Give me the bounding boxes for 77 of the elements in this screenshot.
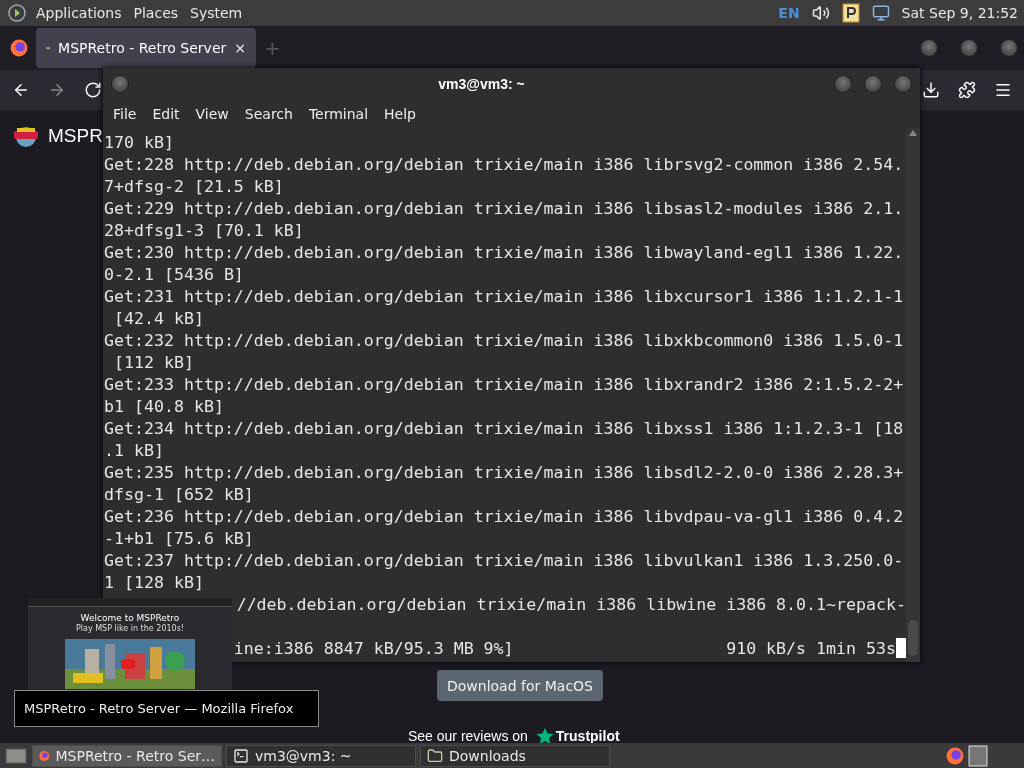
window-title: vm3@vm3: ~ [437, 76, 526, 92]
menu-item[interactable]: Search [236, 106, 301, 122]
terminal-line: 1 [128 kB] [104, 572, 204, 594]
download-button[interactable]: Download for MacOS [437, 670, 603, 701]
preview-subheading: Play MSP like in the 2010s! [75, 624, 185, 633]
logo-icon [8, 4, 26, 22]
cursor [896, 638, 906, 658]
terminal-line: Get:234 http://deb.debian.org/debian trixie/main i386 libxss1 i386 1:1.2.3-1 [18 [104, 418, 904, 440]
terminal-line: 170 kB] [104, 132, 174, 154]
terminal-line: 28+dfsg1-3 [70.1 kB] [104, 220, 304, 242]
forward-icon[interactable] [48, 81, 66, 99]
terminal-line: //deb.debian.org/debian trixie/main i386 libwine i386 8.0.1~repack- [236, 594, 906, 616]
terminal-line: 0-2.1 [5436 B] [104, 264, 244, 286]
terminal-line: [112 kB] [113, 352, 194, 374]
menu-icon[interactable] [994, 81, 1012, 99]
parking-icon[interactable] [841, 3, 860, 23]
terminal-line: Get:229 http://deb.debian.org/debian trixie/main i386 libsasl2-modules i386 2.1. [104, 198, 904, 220]
taskbar-item[interactable]: vm3@vm3: ~ [226, 744, 416, 767]
menu-item[interactable]: File [105, 106, 145, 122]
panel-menu[interactable]: Applications [30, 5, 128, 21]
close-button[interactable] [894, 75, 912, 93]
terminal-line: Get:236 http://deb.debian.org/debian trixie/main i386 libvdpau-va-gl1 i386 0.4.2 [104, 506, 904, 528]
star-icon [535, 727, 554, 745]
window-preview[interactable]: Welcome to MSPRetro Play MSP like in the 2010s! [28, 598, 232, 690]
clock[interactable]: Sat Sep 9, 21:52 [895, 5, 1024, 21]
terminal-line: dfsg-1 [652 kB] [104, 484, 254, 506]
firefox-icon [946, 746, 964, 765]
terminal-line: Get:231 http://deb.debian.org/debian trixie/main i386 libxcursor1 i386 1:1.2.1-1 [104, 286, 904, 308]
terminal-line: -1+b1 [75.6 kB] [104, 528, 254, 550]
site-name[interactable]: MSPR [48, 125, 103, 147]
firefox-icon [10, 39, 28, 57]
maximize-button[interactable] [960, 39, 978, 57]
volume-icon[interactable] [811, 4, 830, 22]
terminal-line: 910 kB/s 1min 53s [726, 638, 896, 660]
terminal-line: Get:230 http://deb.debian.org/debian trixie/main i386 libwayland-egl1 i386 1.22. [104, 242, 904, 264]
preview-heading: Welcome to MSPRetro [80, 613, 180, 623]
terminal-line: b1 [40.8 kB] [104, 396, 224, 418]
scrollbar[interactable] [906, 128, 920, 662]
tooltip: MSPRetro - Retro Server — Mozilla Firefox [14, 690, 319, 727]
menu-item[interactable]: Help [376, 106, 424, 122]
panel-menu[interactable]: System [184, 5, 249, 21]
terminal-line: Get:232 http://deb.debian.org/debian trixie/main i386 libxkbcommon0 i386 1.5.0-1 [104, 330, 904, 352]
network-icon[interactable] [871, 4, 890, 22]
reviews-text: See our reviews on [408, 728, 528, 744]
taskbar-item[interactable]: MSPRetro - Retro Ser… [32, 744, 222, 767]
download-icon[interactable] [922, 81, 940, 99]
menu-item[interactable]: View [187, 106, 237, 122]
terminal-line: Get:233 http://deb.debian.org/debian trixie/main i386 libxrandr2 i386 2:1.5.2-2+ [104, 374, 904, 396]
workspace-icon[interactable] [968, 744, 988, 767]
menu-item[interactable]: Terminal [300, 106, 377, 122]
terminal-line: 7+dfsg-2 [21.5 kB] [104, 176, 284, 198]
terminal-line: Get:235 http://deb.debian.org/debian trixie/main i386 libsdl2-2.0-0 i386 2.28.3+ [104, 462, 904, 484]
terminal-line: Get:237 http://deb.debian.org/debian trixie/main i386 libvulkan1 i386 1.3.250.0- [104, 550, 904, 572]
taskbar-item[interactable]: Downloads [420, 744, 610, 767]
terminal-icon [233, 747, 249, 764]
close-button[interactable] [1000, 39, 1018, 57]
panel-menu[interactable]: Places [127, 5, 185, 21]
browser-tab[interactable]: MSPRetro - Retro Server × [36, 28, 256, 68]
terminal-line: ine:i386 8847 kB/95.3 MB 9%] [233, 638, 514, 660]
window-menu-button[interactable] [111, 75, 129, 93]
minimize-button[interactable] [834, 75, 852, 93]
terminal-line: [42.4 kB] [113, 308, 204, 330]
tab-close[interactable]: × [234, 40, 246, 56]
scroll-up-arrow-icon[interactable] [909, 130, 917, 136]
menu-item[interactable]: Edit [144, 106, 188, 122]
maximize-button[interactable] [864, 75, 882, 93]
reload-icon[interactable] [84, 81, 102, 99]
tab-title: MSPRetro - Retro Server [58, 40, 227, 56]
folder-icon [427, 747, 443, 764]
terminal-line: .1 kB] [104, 440, 164, 462]
back-icon[interactable] [12, 81, 30, 99]
site-logo [12, 124, 40, 148]
trustpilot-brand[interactable]: Trustpilot [555, 728, 620, 744]
extensions-icon[interactable] [958, 81, 976, 99]
minimize-button[interactable] [920, 39, 938, 57]
show-desktop-icon[interactable] [4, 746, 28, 765]
terminal-line: Get:228 http://deb.debian.org/debian trixie/main i386 librsvg2-common i386 2.54. [104, 154, 904, 176]
